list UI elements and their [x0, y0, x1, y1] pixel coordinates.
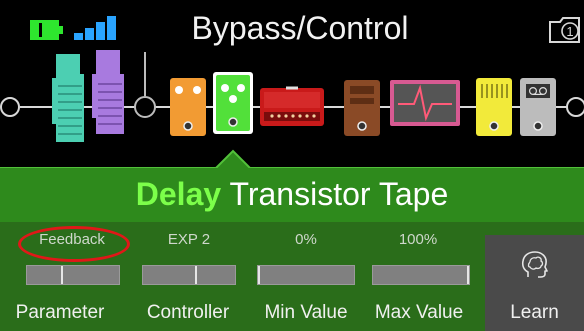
brown-fx-block[interactable]	[344, 80, 380, 136]
param-column-max-value[interactable]: 100% Max Value	[356, 222, 472, 331]
slider-marker	[467, 266, 469, 284]
chain-input-node[interactable]	[0, 97, 20, 117]
param-slider[interactable]	[372, 265, 470, 285]
learn-button[interactable]: Learn	[485, 235, 584, 331]
param-value: 0%	[295, 231, 317, 248]
param-value: EXP 2	[167, 231, 211, 248]
param-column-controller[interactable]: EXP 2 Controller	[125, 222, 241, 331]
param-slider[interactable]	[257, 265, 355, 285]
chain-output-node[interactable]	[566, 97, 584, 117]
amp-block[interactable]	[260, 86, 324, 126]
signal-strength-icon	[74, 16, 116, 40]
learn-label: Learn	[510, 302, 559, 323]
param-label: Max Value	[374, 302, 464, 323]
slider-marker	[195, 266, 197, 284]
snapshot-number: 1	[566, 24, 573, 39]
split-bracket	[134, 52, 156, 118]
purple-expression-block[interactable]	[92, 50, 124, 134]
block-category: Delay	[135, 176, 222, 212]
block-model: Transistor Tape	[229, 176, 449, 212]
brain-head-icon	[521, 251, 548, 278]
slider-marker	[258, 266, 260, 284]
highlight-ring	[18, 226, 130, 262]
delay-block-selected[interactable]	[213, 72, 253, 134]
snapshot-icon[interactable]: 1	[548, 16, 584, 44]
orange-fx-block[interactable]	[170, 78, 206, 136]
param-slider[interactable]	[142, 265, 236, 285]
param-label: Controller	[146, 302, 230, 323]
yellow-eq-block[interactable]	[476, 78, 512, 136]
battery-icon	[30, 20, 63, 40]
signal-chain	[0, 50, 584, 142]
looper-block[interactable]	[520, 78, 556, 136]
param-slider[interactable]	[26, 265, 120, 285]
slider-marker	[61, 266, 63, 284]
param-value: 100%	[398, 231, 438, 248]
pink-fx-block[interactable]	[390, 80, 460, 126]
page-title: Bypass/Control	[191, 10, 409, 46]
param-label: Min Value	[264, 302, 348, 323]
teal-expression-block[interactable]	[52, 54, 84, 142]
param-label: Parameter	[15, 302, 105, 323]
selected-block-banner: Delay Transistor Tape	[0, 168, 584, 222]
param-column-min-value[interactable]: 0% Min Value	[241, 222, 357, 331]
